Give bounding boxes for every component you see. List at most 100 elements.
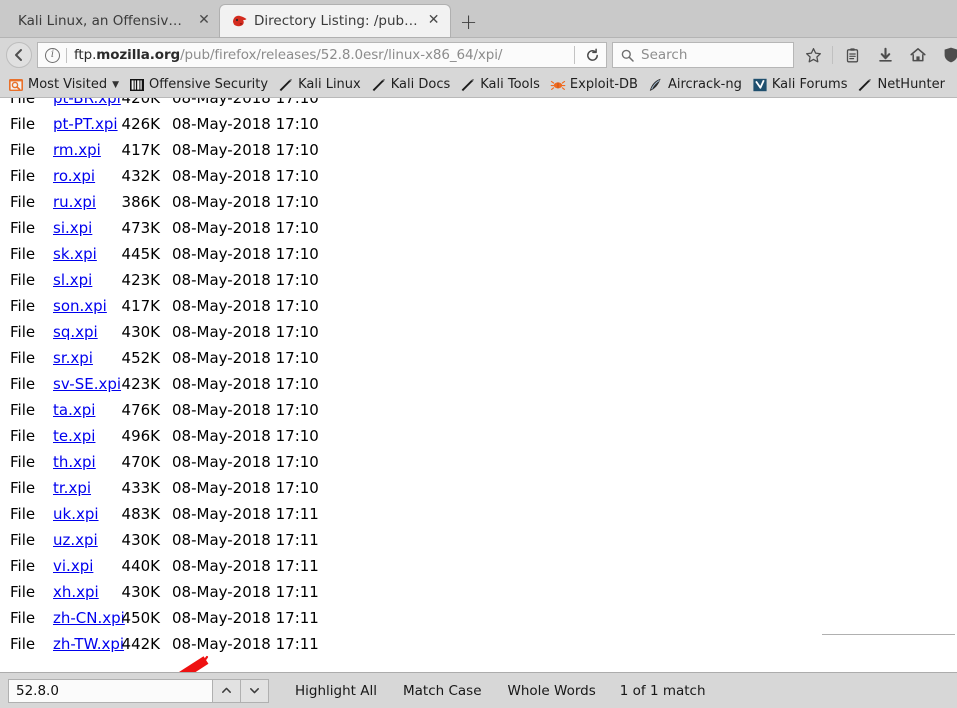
row-size: 450K — [121, 609, 160, 627]
row-type: File — [10, 245, 36, 263]
new-tab-button[interactable]: + — [454, 7, 484, 37]
library-icon[interactable] — [838, 41, 866, 69]
tab-close-icon[interactable]: ✕ — [426, 13, 442, 29]
row-date: 08-May-2018 17:10 — [172, 167, 319, 185]
row-date: 08-May-2018 17:11 — [172, 583, 319, 601]
navigation-toolbar: i ftp.mozilla.org/pub/firefox/releases/5… — [0, 38, 957, 72]
tab-kali-linux[interactable]: Kali Linux, an Offensive S… ✕ — [6, 5, 220, 37]
row-date: 08-May-2018 17:10 — [172, 115, 319, 133]
bookmark-nethunter[interactable]: NetHunter — [853, 75, 949, 95]
row-size: 470K — [121, 453, 160, 471]
search-icon — [621, 49, 634, 62]
bookmark-kali-tools[interactable]: Kali Tools — [456, 75, 544, 95]
bookmark-kali-docs[interactable]: Kali Docs — [367, 75, 455, 95]
tab-close-icon[interactable]: ✕ — [196, 13, 212, 29]
row-date: 08-May-2018 17:10 — [172, 349, 319, 367]
find-previous-button[interactable] — [213, 678, 241, 703]
mozilla-dragon-icon — [232, 13, 248, 29]
search-bar[interactable]: Search — [612, 42, 794, 68]
row-type: File — [10, 323, 36, 341]
row-date: 08-May-2018 17:10 — [172, 297, 319, 315]
bookmark-aircrack-ng[interactable]: Aircrack-ng — [644, 75, 746, 95]
bookmark-offensive-security[interactable]: Offensive Security — [125, 75, 272, 95]
row-type: File — [10, 98, 36, 107]
find-input[interactable] — [8, 678, 213, 703]
url-path: /pub/firefox/releases/52.8.0esr/linux-x8… — [180, 47, 503, 63]
url-bar[interactable]: i ftp.mozilla.org/pub/firefox/releases/5… — [37, 42, 607, 68]
directory-listing-table: File pt-BR.xpi 420K 08-May-2018 17:10 File pt… — [0, 98, 957, 657]
bookmark-label: Most Visited — [28, 77, 108, 92]
row-type: File — [10, 635, 36, 653]
bookmark-kali-forums[interactable]: Kali Forums — [748, 75, 852, 95]
tab-strip: Kali Linux, an Offensive S… ✕ Directory … — [0, 0, 957, 38]
row-size: 423K — [121, 375, 160, 393]
table-row: File xh.xpi 430K 08-May-2018 17:11 — [0, 579, 957, 605]
row-date: 08-May-2018 17:11 — [172, 635, 319, 653]
find-next-button[interactable] — [241, 678, 269, 703]
row-type: File — [10, 479, 36, 497]
table-row: File sk.xpi 445K 08-May-2018 17:10 — [0, 241, 957, 267]
offensive-security-icon — [129, 77, 145, 93]
shield-icon[interactable] — [937, 41, 957, 69]
row-type: File — [10, 349, 36, 367]
row-date: 08-May-2018 17:10 — [172, 219, 319, 237]
row-size: 426K — [121, 115, 160, 133]
find-match-status: 1 of 1 match — [619, 682, 706, 699]
bookmark-label: Offensive Security — [149, 77, 269, 92]
tab-directory-listing[interactable]: Directory Listing: /pub… ✕ — [220, 5, 450, 37]
bookmark-label: Kali Tools — [480, 77, 540, 92]
row-date: 08-May-2018 17:11 — [172, 505, 319, 523]
row-size: 417K — [121, 297, 160, 315]
row-date: 08-May-2018 17:10 — [172, 141, 319, 159]
table-row: File sv-SE.xpi 423K 08-May-2018 17:10 — [0, 371, 957, 397]
table-row: File si.xpi 473K 08-May-2018 17:10 — [0, 215, 957, 241]
row-type: File — [10, 427, 36, 445]
bookmark-exploit-db[interactable]: Exploit-DB — [546, 75, 642, 95]
table-row: File ro.xpi 432K 08-May-2018 17:10 — [0, 163, 957, 189]
back-arrow-icon — [15, 49, 22, 61]
highlight-all-button[interactable]: Highlight All — [295, 683, 377, 699]
toolbar-separator — [832, 46, 833, 64]
table-row: File uz.xpi 430K 08-May-2018 17:11 — [0, 527, 957, 553]
row-size: 430K — [121, 323, 160, 341]
row-size: 417K — [121, 141, 160, 159]
row-size: 476K — [121, 401, 160, 419]
home-icon[interactable] — [904, 41, 932, 69]
row-size: 473K — [121, 219, 160, 237]
row-date: 08-May-2018 17:10 — [172, 193, 319, 211]
search-placeholder: Search — [641, 47, 688, 63]
back-button[interactable] — [6, 42, 32, 68]
bookmark-label: Kali Forums — [771, 77, 848, 92]
download-icon[interactable] — [871, 41, 899, 69]
match-case-label: Match Case — [402, 682, 482, 699]
star-icon[interactable] — [799, 41, 827, 69]
row-type: File — [10, 271, 36, 289]
kali-dragon-icon — [460, 77, 476, 93]
table-row: File zh-CN.xpi 450K 08-May-2018 17:11 — [0, 605, 957, 631]
row-size: 420K — [121, 98, 160, 107]
url-host-bold: mozilla.org — [96, 47, 181, 63]
table-row: File pt-PT.xpi 426K 08-May-2018 17:10 — [0, 111, 957, 137]
whole-words-button[interactable]: Whole Words — [508, 683, 596, 699]
table-row: File uk.xpi 483K 08-May-2018 17:11 — [0, 501, 957, 527]
tab-title: Directory Listing: /pub… — [254, 13, 418, 29]
bookmark-label: NetHunter — [877, 77, 945, 92]
chevron-down-icon[interactable]: ▼ — [112, 80, 119, 90]
reload-button[interactable] — [578, 43, 606, 67]
table-row: File th.xpi 470K 08-May-2018 17:10 — [0, 449, 957, 475]
row-type: File — [10, 115, 36, 133]
url-text: ftp.mozilla.org/pub/firefox/releases/52.… — [74, 47, 571, 63]
row-size: 386K — [121, 193, 160, 211]
row-type: File — [10, 557, 36, 575]
info-icon[interactable]: i — [45, 47, 60, 63]
match-case-button[interactable]: Match Case — [403, 683, 482, 699]
bookmark-label: Kali Linux — [298, 77, 361, 92]
table-row: File sr.xpi 452K 08-May-2018 17:10 — [0, 345, 957, 371]
table-row: File ru.xpi 386K 08-May-2018 17:10 — [0, 189, 957, 215]
row-date: 08-May-2018 17:10 — [172, 323, 319, 341]
chevron-up-icon — [222, 687, 231, 693]
reload-icon — [586, 47, 598, 61]
urlbar-separator — [574, 46, 575, 64]
bookmark-most-visited[interactable]: Most Visited ▼ — [4, 75, 123, 95]
bookmark-kali-linux[interactable]: Kali Linux — [274, 75, 365, 95]
